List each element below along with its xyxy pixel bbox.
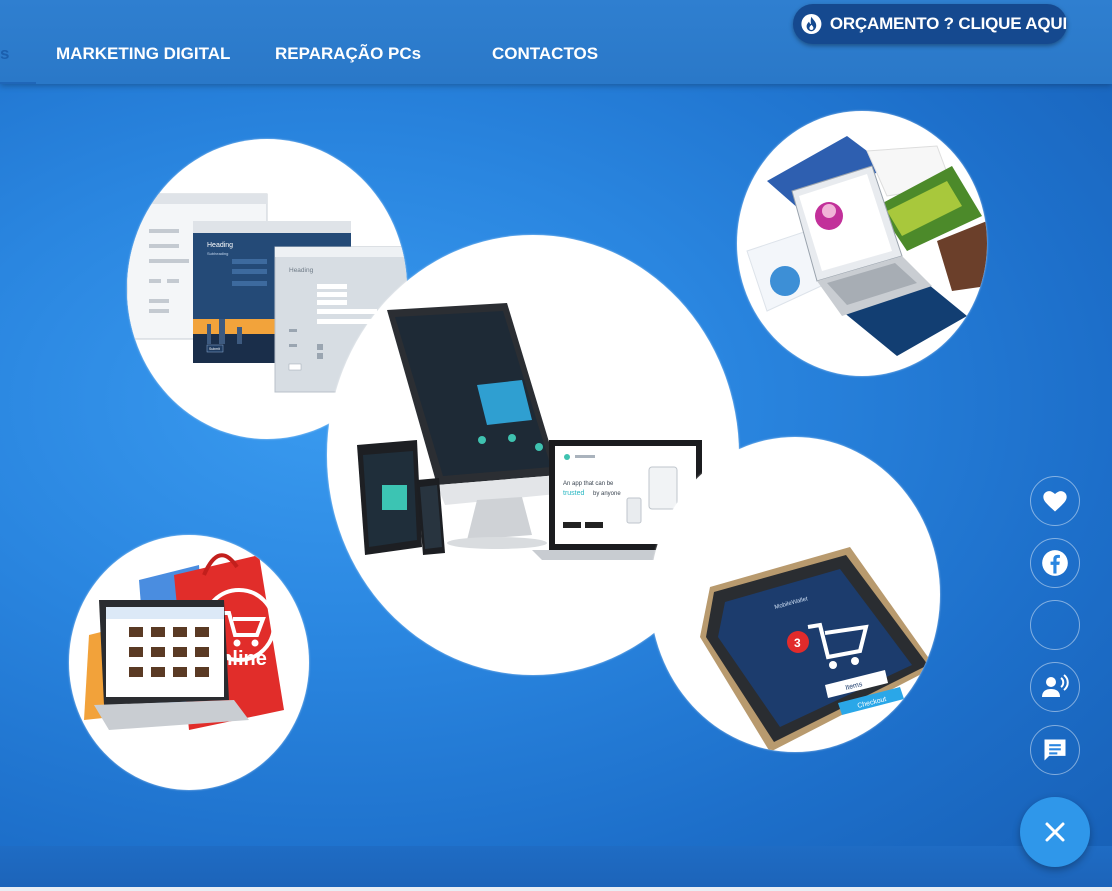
chat-button[interactable] — [1030, 725, 1080, 775]
facebook-icon — [1042, 550, 1068, 576]
mobile-commerce-showcase-circle: MobileWallet 3 Items Checkout — [650, 437, 940, 752]
ecommerce-showcase-circle: online — [69, 535, 309, 790]
websites-collage-illustration — [746, 136, 987, 356]
nav-item-reparacao-pcs[interactable]: REPARAÇÃO PCs — [275, 44, 421, 64]
flame-icon — [801, 13, 822, 35]
nav-item-marketing-digital[interactable]: MARKETING DIGITAL — [56, 44, 230, 64]
chat-icon — [1044, 739, 1066, 761]
laptop-headline-3: by anyone — [593, 491, 621, 497]
quote-button-label: ORÇAMENTO ? CLIQUE AQUI — [829, 14, 1067, 33]
nav-item-previous[interactable]: s — [0, 44, 9, 64]
laptop-headline-2: trusted — [563, 490, 585, 497]
favorite-button[interactable] — [1030, 476, 1080, 526]
close-floating-menu-button[interactable] — [1020, 797, 1090, 867]
heart-icon — [1043, 491, 1067, 512]
form2-heading: Heading — [289, 267, 314, 274]
form-heading: Heading — [207, 242, 233, 249]
voice-contact-button[interactable] — [1030, 662, 1080, 712]
quote-request-button[interactable]: ORÇAMENTO ? CLIQUE AQUI — [793, 4, 1067, 44]
active-tab-indicator — [0, 82, 36, 84]
websites-showcase-circle — [737, 111, 987, 376]
online-shop-illustration: online — [84, 553, 284, 730]
page-divider — [0, 887, 1112, 891]
close-icon — [1045, 822, 1065, 842]
cart-count-badge: 3 — [794, 636, 801, 650]
form-submit-label: Submit — [209, 347, 220, 351]
bottom-section-band — [0, 846, 1112, 891]
form-subheading: Subheading — [207, 251, 228, 256]
nav-item-contactos[interactable]: CONTACTOS — [492, 44, 598, 64]
facebook-button[interactable] — [1030, 538, 1080, 588]
voice-icon — [1042, 674, 1069, 697]
empty-action-button[interactable] — [1030, 600, 1080, 650]
mobile-wallet-illustration: MobileWallet 3 Items Checkout — [700, 547, 935, 752]
laptop-headline-1: An app that can be — [563, 481, 614, 487]
